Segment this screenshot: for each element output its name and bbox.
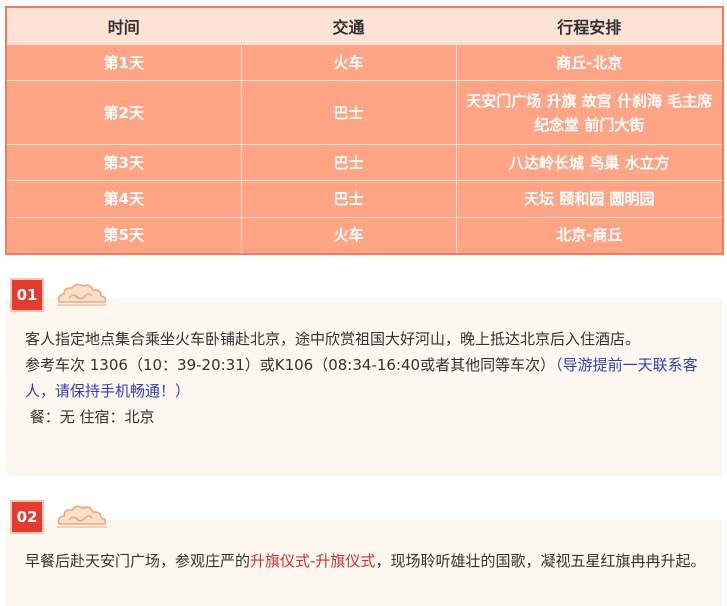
table-row: 第5天 火车 北京-商丘	[5, 216, 724, 255]
transport-cell: 巴士	[240, 80, 457, 145]
transport-cell: 巴士	[240, 143, 457, 182]
table-row: 第2天 巴士 天安门广场 升旗 故宫 什刹海 毛主席纪念堂 前门大街	[5, 80, 724, 145]
table-row: 第3天 巴士 八达岭长城 鸟巢 水立方	[5, 143, 724, 182]
auspicious-cloud-icon	[57, 505, 107, 528]
train-numbers-text: 参考车次 1306（10：39-20:31）或K106（08:34-16:40或…	[25, 356, 556, 374]
day-cell: 第5天	[5, 216, 242, 255]
day-cell: 第4天	[5, 180, 242, 218]
day-1-section: 01 客人指定地点集合乘坐火车卧铺赴北京，途中欣赏祖国大好河山，晚上抵达北京后入…	[5, 278, 722, 476]
day-cell: 第3天	[5, 143, 242, 182]
day-intro-text: 早餐后赴天安门广场，参观庄严的升旗仪式-升旗仪式，现场聆听雄壮的国歌，凝视五星红…	[25, 548, 708, 574]
flag-ceremony-highlight: 升旗仪式-升旗仪式	[250, 552, 376, 570]
day-badge: 02	[10, 500, 44, 534]
text-after: ，现场聆听雄壮的国歌，凝视五星红旗冉冉升起。	[375, 552, 706, 570]
day-cell: 第2天	[5, 80, 242, 145]
table-row: 第4天 巴士 天坛 颐和园 圆明园	[5, 180, 724, 218]
day-intro-text: 客人指定地点集合乘坐火车卧铺赴北京，途中欣赏祖国大好河山，晚上抵达北京后入住酒店…	[25, 330, 641, 348]
plan-cell: 北京-商丘	[455, 216, 724, 255]
plan-cell: 八达岭长城 鸟巢 水立方	[455, 143, 724, 182]
meal-lodging-text: 餐：无 住宿：北京	[25, 408, 155, 426]
itinerary-table: 时间 交通 行程安排 第1天 火车 商丘-北京 第2天 巴士 天安门广场 升旗 …	[5, 6, 724, 255]
day-description: 早餐后赴天安门广场，参观庄严的升旗仪式-升旗仪式，现场聆听雄壮的国歌，凝视五星红…	[25, 548, 708, 574]
plan-cell: 天坛 颐和园 圆明园	[455, 180, 724, 218]
day-2-section: 02 早餐后赴天安门广场，参观庄严的升旗仪式-升旗仪式，现场聆听雄壮的国歌，凝视…	[5, 500, 722, 606]
text-before: 早餐后赴天安门广场，参观庄严的	[25, 552, 251, 570]
transport-cell: 火车	[240, 216, 457, 255]
train-info: 参考车次 1306（10：39-20:31）或K106（08:34-16:40或…	[25, 352, 708, 404]
auspicious-cloud-icon	[57, 283, 107, 306]
table-row: 第1天 火车 商丘-北京	[5, 43, 724, 82]
transport-cell: 火车	[240, 43, 457, 82]
header-schedule: 行程安排	[455, 6, 724, 45]
header-time: 时间	[5, 6, 242, 45]
day-cell: 第1天	[5, 43, 242, 82]
plan-cell: 商丘-北京	[455, 43, 724, 82]
day-badge: 01	[10, 278, 44, 312]
transport-cell: 巴士	[240, 180, 457, 218]
header-transport: 交通	[240, 6, 457, 45]
plan-cell: 天安门广场 升旗 故宫 什刹海 毛主席纪念堂 前门大街	[455, 80, 724, 145]
day-description: 客人指定地点集合乘坐火车卧铺赴北京，途中欣赏祖国大好河山，晚上抵达北京后入住酒店…	[25, 326, 708, 430]
table-header-row: 时间 交通 行程安排	[5, 6, 724, 45]
